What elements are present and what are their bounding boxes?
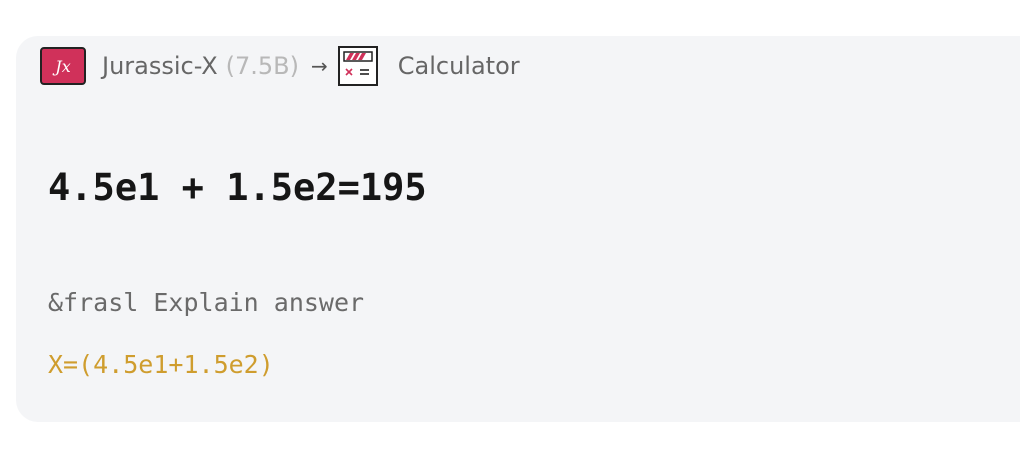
equation-result: 4.5e1 + 1.5e2=195: [48, 166, 427, 209]
model-name: Jurassic-X: [102, 52, 218, 80]
model-size: (7.5B): [225, 52, 299, 80]
calculator-icon: [337, 46, 378, 86]
model-logo-text: Jx: [55, 56, 71, 76]
pipeline-header: Jx Jurassic-X (7.5B) → Calculator: [40, 46, 520, 86]
model-logo: Jx: [40, 47, 86, 85]
calculator-expression: X=(4.5e1+1.5e2): [48, 350, 274, 379]
arrow-icon: →: [311, 54, 328, 78]
tool-name: Calculator: [397, 52, 520, 80]
explain-answer-label: &frasl Explain answer: [48, 288, 365, 317]
